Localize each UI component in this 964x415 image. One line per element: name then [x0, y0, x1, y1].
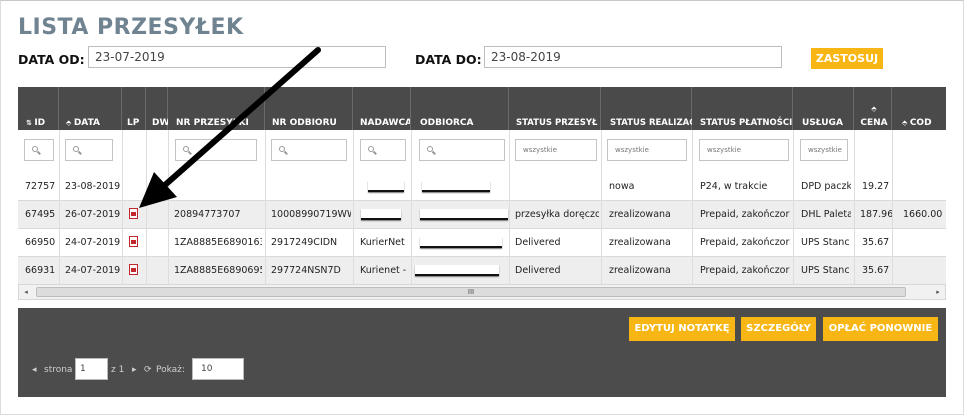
cell-id: 72757 — [25, 181, 56, 192]
cell-nr-odbioru: 297724NSN7D — [271, 265, 341, 276]
next-page-icon[interactable]: ▸ — [132, 364, 137, 376]
cell-status-platnosci: Prepaid, zakończor — [700, 209, 790, 220]
cell-cod: 1660.00 — [903, 209, 943, 220]
cell-nr-odbioru: 10008990719WW — [271, 209, 351, 220]
pay-again-button[interactable]: OPŁAĆ PONOWNIE — [823, 317, 938, 341]
cell-cena: 35.67 — [862, 237, 890, 248]
search-icon — [368, 146, 374, 152]
cell-status-realizacji: zrealizowana — [609, 237, 671, 248]
edit-note-button[interactable]: EDYTUJ NOTATKĘ — [629, 317, 735, 341]
cell-status-przesylki: przesyłka doręczo — [515, 209, 599, 220]
cell-usluga: DHL Paleta — [801, 209, 851, 220]
cell-status-przesylki: Delivered — [515, 265, 561, 276]
cell-id: 67495 — [25, 209, 56, 220]
filter-data[interactable] — [65, 139, 113, 161]
redacted-recipient — [420, 237, 502, 248]
redacted-sender — [368, 181, 404, 192]
cell-data: 23-08-2019 — [65, 181, 121, 192]
filter-status-realizacji[interactable]: wszystkie — [607, 139, 687, 161]
refresh-icon[interactable]: ⟳ — [144, 364, 152, 376]
date-from-label: DATA OD: — [18, 52, 85, 67]
scroll-right-arrow[interactable]: ▸ — [933, 287, 943, 297]
redacted-recipient — [415, 265, 499, 276]
date-to-input[interactable]: 23-08-2019 — [484, 46, 782, 68]
cell-nr-przesylki: 1ZA8885E6890163 — [174, 237, 262, 248]
search-icon — [427, 146, 433, 152]
filter-status-przesylki[interactable]: wszystkie — [515, 139, 597, 161]
pdf-icon[interactable] — [129, 264, 138, 275]
filter-nadawca[interactable] — [360, 139, 406, 161]
cell-status-przesylki: Delivered — [515, 237, 561, 248]
pdf-icon[interactable] — [129, 236, 138, 247]
filter-status-platnosci[interactable]: wszystkie — [699, 139, 789, 161]
cell-usluga: UPS Stanc — [801, 265, 850, 276]
cell-status-platnosci: P24, w trakcie — [700, 181, 768, 192]
details-button[interactable]: SZCZEGÓŁY — [741, 317, 816, 341]
page-size-input[interactable]: 10 — [192, 358, 244, 380]
cell-nr-odbioru: 2917249CIDN — [271, 237, 338, 248]
page-count: z 1 — [111, 365, 125, 375]
cell-data: 24-07-2019 — [65, 237, 121, 248]
page-input[interactable]: 1 — [75, 358, 108, 380]
filter-nr-przesylki[interactable] — [175, 139, 257, 161]
cell-data: 26-07-2019 — [65, 209, 121, 220]
scroll-left-arrow[interactable]: ◂ — [21, 287, 31, 297]
prev-page-icon[interactable]: ◂ — [32, 364, 37, 376]
cell-nr-przesylki: 20894773707 — [174, 209, 241, 220]
cell-cena: 35.67 — [862, 265, 890, 276]
page-title: LISTA PRZESYŁEK — [18, 15, 244, 40]
cell-nr-przesylki: 1ZA8885E6890695 — [174, 265, 262, 276]
redacted-recipient — [422, 181, 490, 192]
filter-usluga[interactable]: wszystkie — [800, 139, 848, 161]
page-label: strona — [44, 365, 73, 375]
cell-status-platnosci: Prepaid, zakończor — [700, 265, 790, 276]
horizontal-scrollbar[interactable]: ◂ III ▸ — [18, 284, 946, 300]
redacted-recipient — [420, 209, 508, 220]
cell-nadawca: Kurienet - — [360, 265, 407, 276]
table-row[interactable]: 66950 24-07-2019 1ZA8885E6890163 2917249… — [18, 229, 946, 257]
search-icon — [32, 146, 38, 152]
cell-cena: 19.27 — [862, 181, 890, 192]
search-icon — [183, 146, 189, 152]
table-row[interactable]: 66931 24-07-2019 1ZA8885E6890695 297724N… — [18, 257, 946, 285]
filter-id[interactable] — [24, 139, 54, 161]
filter-odbiorca[interactable] — [419, 139, 505, 161]
cell-status-realizacji: zrealizowana — [609, 265, 671, 276]
cell-id: 66931 — [25, 265, 56, 276]
cell-status-platnosci: Prepaid, zakończor — [700, 237, 790, 248]
cell-id: 66950 — [25, 237, 56, 248]
table-row[interactable]: 67495 26-07-2019 20894773707 10008990719… — [18, 201, 946, 229]
page-size-label: Pokaż: — [156, 365, 185, 375]
cell-usluga: UPS Stanc — [801, 237, 850, 248]
scroll-thumb[interactable]: III — [36, 287, 906, 297]
cell-cena: 187.96 — [860, 209, 894, 220]
date-from-input[interactable]: 23-07-2019 — [88, 46, 386, 68]
redacted-sender — [361, 209, 401, 220]
apply-button[interactable]: ZASTOSUJ — [811, 48, 883, 69]
cell-status-realizacji: zrealizowana — [609, 209, 671, 220]
table-row[interactable]: 72757 23-08-2019 nowa P24, w trakcie DPD… — [18, 173, 946, 201]
search-icon — [279, 146, 285, 152]
cell-nadawca: KurierNet — [360, 237, 405, 248]
cell-status-realizacji: nowa — [609, 181, 635, 192]
cell-usluga: DPD paczk — [801, 181, 851, 192]
date-to-label: DATA DO: — [415, 52, 482, 67]
search-icon — [73, 146, 79, 152]
pdf-icon[interactable] — [129, 208, 138, 219]
cell-data: 24-07-2019 — [65, 265, 121, 276]
filter-nr-odbioru[interactable] — [271, 139, 347, 161]
